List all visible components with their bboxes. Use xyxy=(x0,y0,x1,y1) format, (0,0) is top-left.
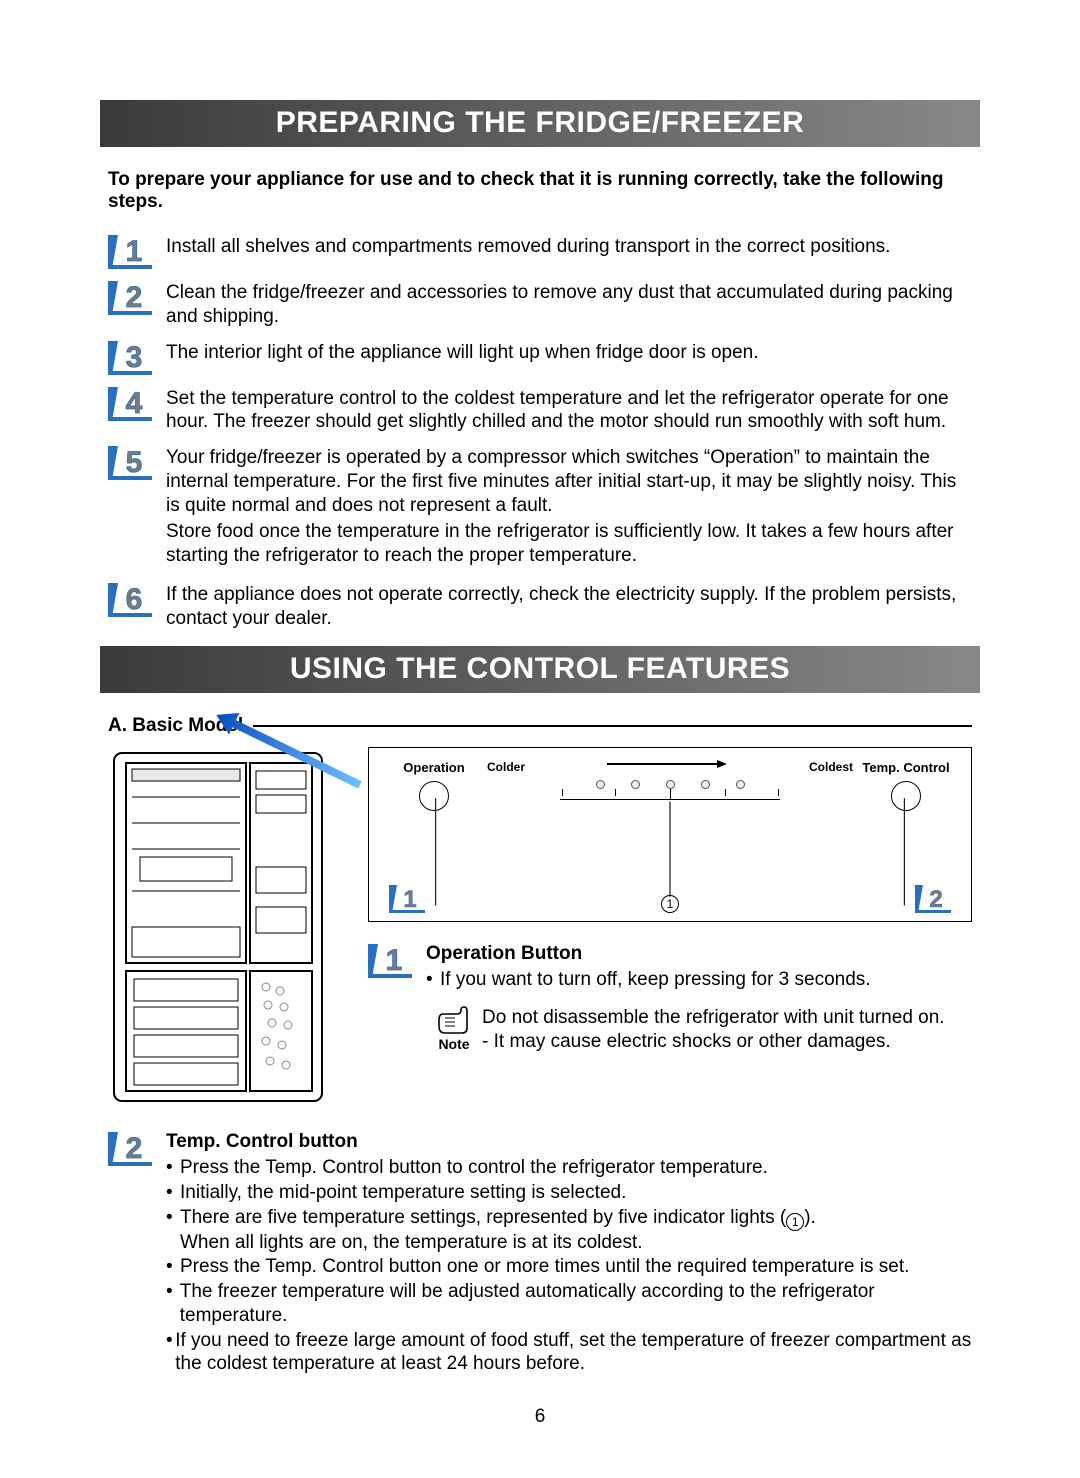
page: PREPARING THE FRIDGE/FREEZER To prepare … xyxy=(0,0,1080,1468)
dot-baseline xyxy=(560,799,780,800)
scale-labels: Colder Coldest xyxy=(479,760,861,774)
scale-arrow-icon xyxy=(607,760,727,768)
temp-body: Temp. Control button •Press the Temp. Co… xyxy=(166,1130,972,1376)
temp-bullet-3: • There are five temperature settings, r… xyxy=(166,1206,972,1255)
temp-bullet-5: •The freezer temperature will be adjuste… xyxy=(166,1280,972,1328)
operation-bullet-1: •If you want to turn off, keep pressing … xyxy=(426,968,972,992)
temp-badge-2: 2 xyxy=(108,1132,152,1166)
callout-2-badge: 2 xyxy=(915,885,951,913)
step-text-5: Your fridge/freezer is operated by a com… xyxy=(166,444,972,571)
step-6: 6 If the appliance does not operate corr… xyxy=(108,581,972,631)
indicator-dot xyxy=(631,780,640,789)
page-number: 6 xyxy=(100,1406,980,1428)
indicator-dot xyxy=(666,780,675,789)
heading-rule xyxy=(253,725,972,727)
step-3: 3 The interior light of the appliance wi… xyxy=(108,339,972,375)
indicator-dot xyxy=(736,780,745,789)
coldest-label: Coldest xyxy=(809,760,853,774)
model-a-diagram: Operation Colder Coldest xyxy=(108,747,972,1112)
temp-label: Temp. Control xyxy=(861,760,951,775)
fridge-illustration xyxy=(108,747,338,1112)
temp-b3a: There are five temperature settings, rep… xyxy=(180,1207,786,1228)
svg-text:3: 3 xyxy=(126,341,143,374)
temp-b3b: ). xyxy=(804,1207,816,1228)
circled-1-icon: 1 xyxy=(661,895,679,913)
note-hand-icon xyxy=(437,1006,471,1036)
callout-1-badge: 1 xyxy=(389,885,425,913)
temp-bullet-6: •If you need to freeze large amount of f… xyxy=(166,1329,972,1377)
indicator-dot xyxy=(701,780,710,789)
banner-using: USING THE CONTROL FEATURES xyxy=(100,646,980,693)
temp-bullet-2: •Initially, the mid-point temperature se… xyxy=(166,1181,972,1205)
operation-body: Operation Button •If you want to turn of… xyxy=(426,942,972,1053)
svg-text:1: 1 xyxy=(386,944,403,977)
fridge-svg xyxy=(108,747,328,1107)
note-label: Note xyxy=(438,1036,469,1054)
operation-label: Operation xyxy=(389,760,479,775)
temp-bullet-4: •Press the Temp. Control button one or m… xyxy=(166,1255,972,1279)
operation-group: Operation xyxy=(389,760,479,811)
step-badge-3: 3 xyxy=(108,341,152,375)
panel-bottom-row: 1 1 2 xyxy=(389,885,951,913)
svg-text:2: 2 xyxy=(126,1132,143,1165)
step-text-6: If the appliance does not operate correc… xyxy=(166,581,972,631)
step-2: 2 Clean the fridge/freezer and accessori… xyxy=(108,279,972,329)
temp-group: Temp. Control xyxy=(861,760,951,811)
operation-button[interactable] xyxy=(419,781,449,811)
svg-text:4: 4 xyxy=(126,387,143,420)
operation-button-section: 1 Operation Button •If you want to turn … xyxy=(368,942,972,1053)
step-badge-5: 5 xyxy=(108,446,152,480)
intro-text: To prepare your appliance for use and to… xyxy=(108,169,972,213)
step-4: 4 Set the temperature control to the col… xyxy=(108,385,972,435)
temp-control-section: 2 Temp. Control button •Press the Temp. … xyxy=(108,1130,972,1376)
note-line-2: - It may cause electric shocks or other … xyxy=(482,1030,972,1054)
svg-text:1: 1 xyxy=(126,235,143,268)
operation-title: Operation Button xyxy=(426,942,972,966)
indicator-dots xyxy=(479,780,861,789)
control-panel-box: Operation Colder Coldest xyxy=(368,747,972,922)
temp-control-button[interactable] xyxy=(891,781,921,811)
step-text-2: Clean the fridge/freezer and accessories… xyxy=(166,279,972,329)
step-badge-4: 4 xyxy=(108,387,152,421)
note-row: Note Do not disassemble the refrigerator… xyxy=(426,1006,972,1054)
temp-title: Temp. Control button xyxy=(166,1130,972,1154)
step-text-3: The interior light of the appliance will… xyxy=(166,339,759,365)
step-badge-6: 6 xyxy=(108,583,152,617)
svg-text:5: 5 xyxy=(126,446,143,479)
step-text-1: Install all shelves and compartments rem… xyxy=(166,233,890,259)
note-line-1: Do not disassemble the refrigerator with… xyxy=(482,1006,972,1030)
note-icon-col: Note xyxy=(426,1006,482,1054)
scale-group: Colder Coldest xyxy=(479,760,861,800)
control-panel-col: Operation Colder Coldest xyxy=(338,747,972,1112)
step-badge-2: 2 xyxy=(108,281,152,315)
colder-label: Colder xyxy=(487,760,525,774)
step-1: 1 Install all shelves and compartments r… xyxy=(108,233,972,269)
svg-text:2: 2 xyxy=(126,281,143,314)
svg-text:1: 1 xyxy=(403,886,416,913)
step-badge-1: 1 xyxy=(108,235,152,269)
operation-badge-1: 1 xyxy=(368,944,412,978)
circled-1-inline-icon: 1 xyxy=(786,1213,804,1231)
step-5: 5 Your fridge/freezer is operated by a c… xyxy=(108,444,972,571)
panel-top-row: Operation Colder Coldest xyxy=(389,760,951,811)
temp-b3c: When all lights are on, the temperature … xyxy=(180,1232,643,1253)
svg-text:2: 2 xyxy=(929,886,942,913)
callout-circled-1: 1 xyxy=(661,892,679,913)
steps-list: 1 Install all shelves and compartments r… xyxy=(108,233,972,630)
svg-text:6: 6 xyxy=(126,583,143,616)
step-text-4: Set the temperature control to the colde… xyxy=(166,385,972,435)
banner-preparing: PREPARING THE FRIDGE/FREEZER xyxy=(100,100,980,147)
indicator-dot xyxy=(596,780,605,789)
note-text: Do not disassemble the refrigerator with… xyxy=(482,1006,972,1054)
temp-bullet-1: •Press the Temp. Control button to contr… xyxy=(166,1156,972,1180)
